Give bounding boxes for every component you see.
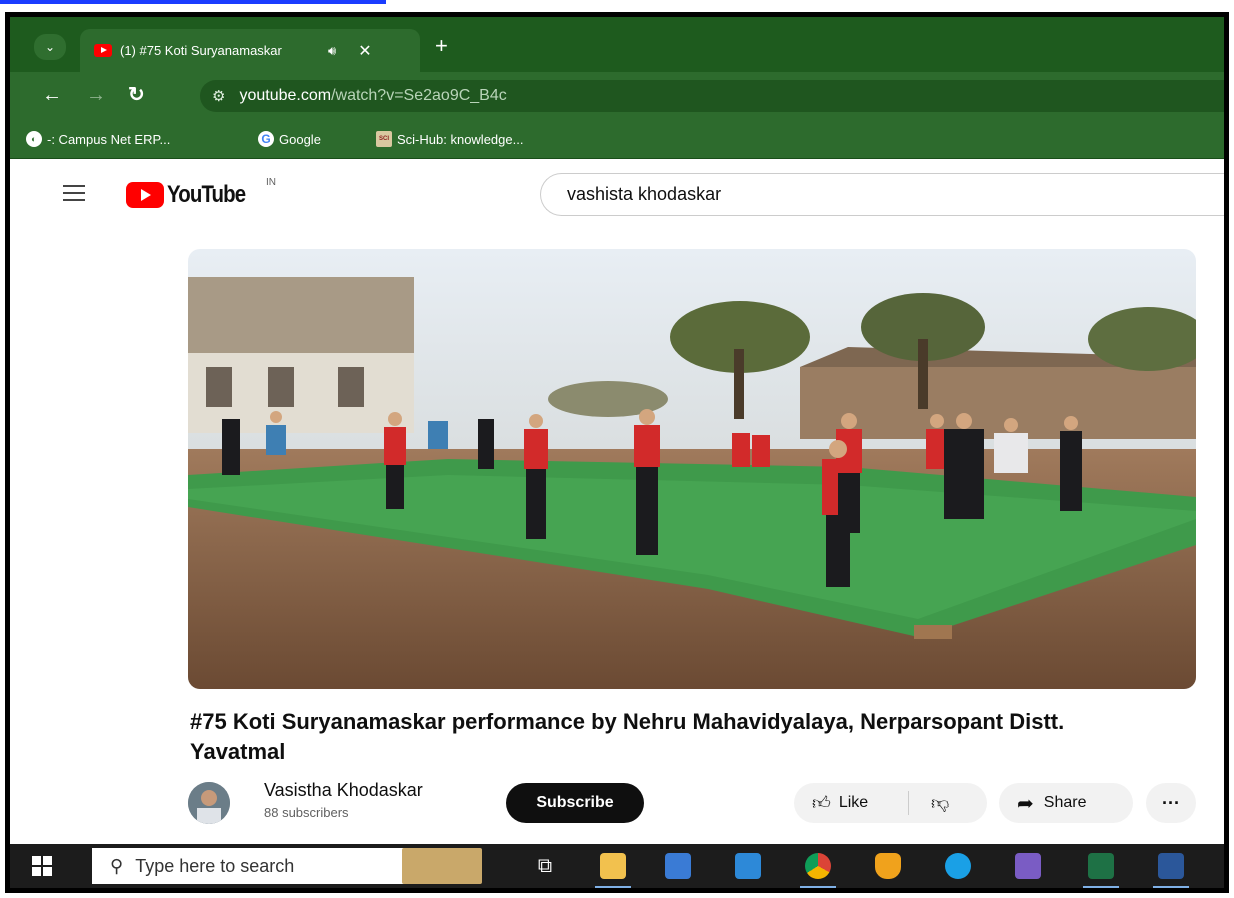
app-icon[interactable] — [1015, 853, 1041, 879]
share-arrow-icon: ➦ — [1017, 792, 1034, 815]
subscribe-button[interactable]: Subscribe — [506, 783, 644, 823]
reload-icon[interactable]: ↻ — [128, 84, 145, 106]
active-indicator — [1153, 886, 1189, 888]
bookmark-label: Sci-Hub: knowledge... — [397, 131, 524, 147]
share-button[interactable]: ➦ Share — [999, 783, 1133, 823]
country-code: IN — [266, 177, 276, 188]
youtube-header: YouTube IN vashista khodaskar — [10, 159, 1224, 229]
mail-icon[interactable] — [735, 853, 761, 879]
active-indicator — [595, 886, 631, 888]
file-explorer-icon[interactable] — [600, 853, 626, 879]
tab-title: (1) #75 Koti Suryanamaskar — [120, 43, 282, 58]
youtube-logo[interactable]: YouTube IN — [126, 177, 276, 209]
vpn-shield-icon[interactable] — [875, 853, 901, 879]
video-player[interactable] — [188, 249, 1196, 689]
like-label: Like — [838, 794, 869, 811]
avatar-image — [188, 782, 230, 824]
windows-taskbar: ⚲ Type here to search ⧉ — [10, 844, 1224, 888]
address-bar[interactable]: ⚙ youtube.com/watch?v=Se2ao9C_B4c — [200, 80, 1224, 112]
windows-start-icon[interactable] — [32, 856, 52, 876]
like-button[interactable]: 👍︎ Like — [794, 791, 909, 815]
search-icon: ⚲ — [110, 855, 124, 876]
bookmark-sci-hub[interactable]: SCI Sci-Hub: knowledge... — [376, 131, 523, 147]
globe-icon: ◐ — [26, 131, 42, 147]
forward-arrow-icon[interactable]: → — [86, 84, 106, 106]
taskbar-search-placeholder: Type here to search — [135, 855, 295, 876]
active-indicator — [800, 886, 836, 888]
store-icon[interactable] — [665, 853, 691, 879]
channel-avatar[interactable] — [188, 782, 230, 824]
tab-close-icon[interactable]: ✕ — [358, 41, 371, 61]
taskbar-illustration-icon[interactable] — [402, 848, 482, 884]
edge-icon[interactable] — [945, 853, 971, 879]
channel-name[interactable]: Vasistha Khodaskar — [264, 780, 423, 801]
channel-row: Vasistha Khodaskar 88 subscribers Subscr… — [188, 777, 1198, 825]
screen-frame: ⌄ (1) #75 Koti Suryanamaskar 🔊︎ ✕ + ← → … — [5, 12, 1229, 893]
bookmark-google[interactable]: G Google — [258, 131, 321, 147]
like-dislike-group: 👍︎ Like 👎︎ — [794, 783, 987, 823]
bookmark-label: Google — [279, 131, 321, 147]
search-input[interactable]: vashista khodaskar — [540, 173, 1224, 216]
url-path: /watch?v=Se2ao9C_B4c — [331, 87, 507, 104]
bookmark-campus-net[interactable]: ◐ -: Campus Net ERP... — [26, 131, 170, 147]
speaker-icon[interactable]: 🔊︎ — [328, 43, 336, 59]
browser-toolbar: ← → ↻ ⚙ youtube.com/watch?v=Se2ao9C_B4c — [10, 72, 1224, 120]
bookmark-label: -: Campus Net ERP... — [47, 131, 171, 147]
menu-icon[interactable] — [63, 185, 85, 201]
active-indicator — [1083, 886, 1119, 888]
youtube-play-icon — [126, 182, 164, 208]
thumbs-up-icon: 👍︎ — [812, 793, 831, 813]
word-icon[interactable] — [1158, 853, 1184, 879]
video-title: #75 Koti Suryanamaskar performance by Ne… — [190, 709, 1065, 764]
sci-hub-icon: SCI — [376, 131, 392, 147]
site-settings-icon[interactable]: ⚙ — [212, 87, 225, 105]
search-value: vashista khodaskar — [567, 184, 722, 204]
tab-strip: ⌄ (1) #75 Koti Suryanamaskar 🔊︎ ✕ + — [10, 17, 1224, 72]
new-tab-button[interactable]: + — [435, 35, 448, 57]
task-view-icon[interactable]: ⧉ — [532, 853, 558, 879]
chrome-icon[interactable] — [805, 853, 831, 879]
logo-text: YouTube — [167, 181, 246, 208]
bookmarks-bar: ◐ -: Campus Net ERP... G Google SCI Sci-… — [10, 120, 1224, 159]
taskbar-search-input[interactable]: ⚲ Type here to search — [92, 848, 410, 884]
thumbs-down-icon: 👎︎ — [931, 793, 950, 813]
share-label: Share — [1043, 794, 1087, 811]
youtube-favicon-icon — [94, 44, 112, 57]
dislike-button[interactable]: 👎︎ — [909, 792, 949, 814]
top-blue-line — [0, 0, 386, 4]
browser-tab[interactable]: (1) #75 Koti Suryanamaskar 🔊︎ ✕ — [80, 29, 420, 72]
google-icon: G — [258, 131, 274, 147]
more-actions-button[interactable]: ··· — [1146, 783, 1196, 823]
back-arrow-icon[interactable]: ← — [42, 84, 62, 106]
tab-search-button[interactable]: ⌄ — [34, 34, 66, 60]
subscriber-count: 88 subscribers — [264, 805, 349, 820]
video-frame-image — [188, 249, 1196, 689]
url-host: youtube.com — [239, 87, 332, 104]
excel-icon[interactable] — [1088, 853, 1114, 879]
